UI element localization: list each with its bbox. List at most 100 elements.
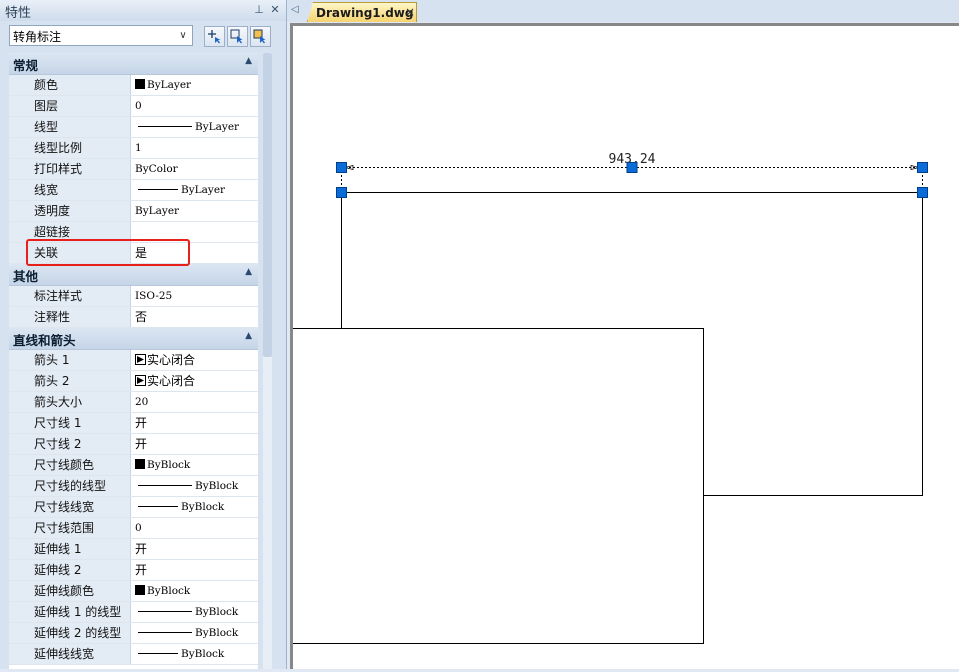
property-value[interactable]: ByBlock [132,497,258,517]
close-icon[interactable]: ✕ [268,3,282,17]
property-value[interactable]: ByLayer [132,201,258,221]
property-value[interactable]: ByBlock [132,476,258,496]
property-row[interactable]: 图层 0 [9,96,258,117]
property-value[interactable]: ByBlock [132,623,258,643]
tab-drawing1[interactable]: Drawing1.dwg × [307,2,417,22]
drawing-canvas[interactable]: 943.24 [291,26,959,669]
property-row[interactable]: 透明度 ByLayer [9,201,258,222]
property-label: 注释性 [9,307,131,327]
property-row[interactable]: 延伸线线宽 ByBlock [9,644,258,665]
color-swatch-icon [135,585,145,595]
property-row[interactable]: 线宽 ByLayer [9,180,258,201]
property-value[interactable]: ByBlock [132,644,258,664]
property-value[interactable]: ByLayer [132,180,258,200]
property-label: 打印样式 [9,159,131,179]
pin-icon[interactable]: ⊥ [252,3,266,17]
quick-select-button[interactable] [204,26,225,47]
property-row[interactable]: 尺寸线线宽 ByBlock [9,497,258,518]
property-value[interactable]: ByColor [132,159,258,179]
property-value[interactable]: ByBlock [132,455,258,475]
property-value-text: ByBlock [147,459,191,471]
collapse-icon[interactable]: ▲ [245,56,252,66]
pickadd-toggle-button[interactable] [250,26,271,47]
linetype-preview-icon [138,189,178,190]
property-row[interactable]: 延伸线 1 的线型 ByBlock [9,602,258,623]
property-value-text: 0 [135,100,142,112]
property-value[interactable]: 20 [132,392,258,412]
property-row[interactable]: 延伸线 2 开 [9,560,258,581]
section-title: 其他 [13,269,39,284]
property-row[interactable]: 尺寸线的线型 ByBlock [9,476,258,497]
grip-handle[interactable] [626,162,638,173]
section-header[interactable]: 直线和箭头 ▲ [9,328,258,350]
panel-scrollbar-thumb[interactable] [263,53,272,357]
grip-handle[interactable] [917,162,928,173]
panel-title-bar: 特性 ⊥ ✕ [0,0,286,22]
property-label: 尺寸线线宽 [9,497,131,517]
property-value[interactable]: 开 [132,413,258,433]
property-value-text: ByBlock [181,648,225,660]
quick-select-icon [208,30,221,44]
collapse-icon[interactable]: ▲ [245,331,252,341]
section-header[interactable]: 其他 ▲ [9,264,258,286]
property-value[interactable]: 0 [132,518,258,538]
property-value[interactable]: 实心闭合 [132,350,258,370]
property-label: 尺寸线范围 [9,518,131,538]
property-value[interactable]: 1 [132,138,258,158]
property-row[interactable]: 箭头 2 实心闭合 [9,371,258,392]
grip-handle[interactable] [917,187,928,198]
property-value[interactable]: ByLayer [132,117,258,137]
property-row[interactable]: 箭头大小 20 [9,392,258,413]
drawing-svg[interactable]: 943.24 [291,26,959,669]
property-label: 颜色 [9,75,131,95]
panel-scrollbar[interactable] [263,53,272,669]
property-value-text: ByBlock [181,501,225,513]
property-value-text: ByBlock [195,627,239,639]
property-row[interactable]: 打印样式 ByColor [9,159,258,180]
property-value[interactable]: ByLayer [132,75,258,95]
property-value[interactable]: 否 [132,307,258,327]
property-row[interactable]: 尺寸线 2 开 [9,434,258,455]
property-row[interactable]: 标注样式 ISO-25 [9,286,258,307]
property-row[interactable]: 注释性否 [9,307,258,328]
property-value-text: 实心闭合 [147,374,196,388]
property-label: 线型 [9,117,131,137]
property-row[interactable]: 颜色 ByLayer [9,75,258,96]
property-value[interactable]: 实心闭合 [132,371,258,391]
property-row[interactable]: 箭头 1 实心闭合 [9,350,258,371]
property-row[interactable]: 延伸线 1 开 [9,539,258,560]
section-header[interactable]: 常规 ▲ [9,53,258,75]
tab-scroll-left-icon[interactable]: ◁ [291,4,299,15]
property-value[interactable]: 开 [132,539,258,559]
property-label: 线宽 [9,180,131,200]
collapse-icon[interactable]: ▲ [245,267,252,277]
property-row[interactable]: 线型比例 1 [9,138,258,159]
property-grid: 常规 ▲ 颜色 ByLayer 图层 0 线型 ByLayer 线型比例 1 打印样式 ByColor… [9,53,258,669]
grip-handle[interactable] [336,162,347,173]
property-value[interactable]: 开 [132,560,258,580]
property-value[interactable]: 0 [132,96,258,116]
property-row[interactable]: 延伸线颜色 ByBlock [9,581,258,602]
select-objects-icon [230,29,243,44]
property-value[interactable]: 开 [132,434,258,454]
property-value[interactable]: ByBlock [132,581,258,601]
property-row[interactable]: 尺寸线范围 0 [9,518,258,539]
property-label: 尺寸线的线型 [9,476,131,496]
rectangle-lower[interactable] [291,328,704,644]
property-row[interactable]: 尺寸线颜色 ByBlock [9,455,258,476]
tab-close-icon[interactable]: × [405,5,415,19]
object-type-select[interactable]: 转角标注 ∨ [9,25,193,46]
select-objects-button[interactable] [227,26,248,47]
property-label: 尺寸线颜色 [9,455,131,475]
property-row[interactable]: 延伸线 2 的线型 ByBlock [9,623,258,644]
property-row[interactable]: 线型 ByLayer [9,117,258,138]
section-title: 直线和箭头 [13,333,76,348]
property-value[interactable]: ISO-25 [132,286,258,306]
chevron-down-icon[interactable]: ∨ [175,27,191,44]
property-value-text: ByBlock [195,606,239,618]
property-value[interactable]: ByBlock [132,602,258,622]
property-row[interactable]: 尺寸线 1 开 [9,413,258,434]
property-value-text: 实心闭合 [147,353,196,367]
linetype-preview-icon [138,653,178,654]
grip-handle[interactable] [336,187,347,198]
